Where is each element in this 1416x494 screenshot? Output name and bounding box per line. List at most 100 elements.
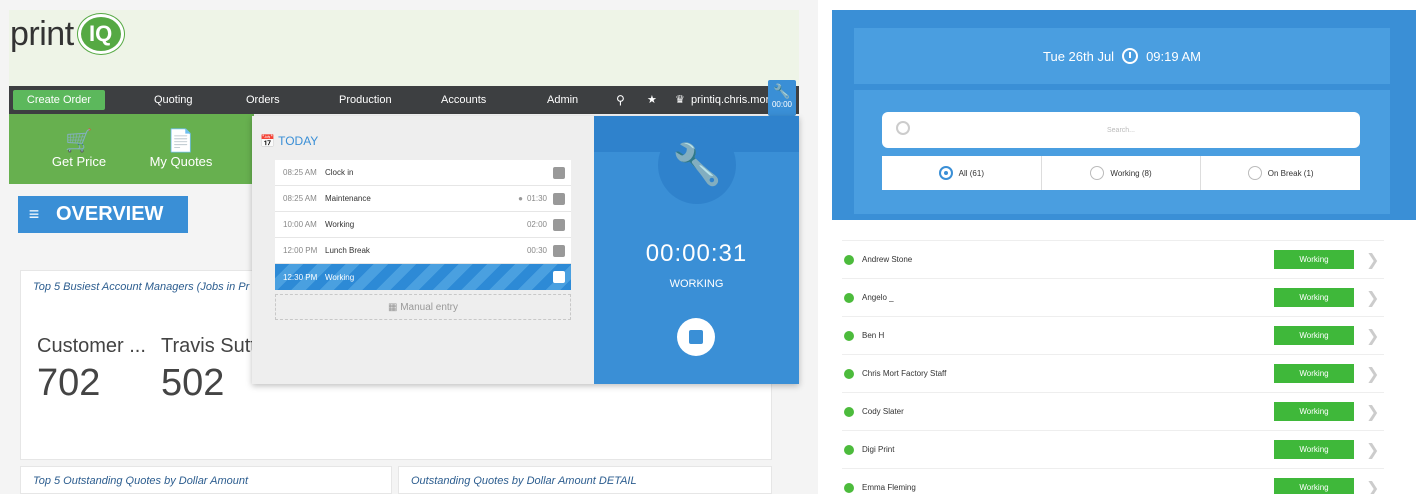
filter-label: On Break (1) (1267, 168, 1314, 178)
status-dot (844, 254, 854, 265)
nav-orders[interactable]: Orders (246, 86, 280, 114)
edit-icon[interactable] (553, 271, 565, 283)
current-date: Tue 26th Jul (1043, 48, 1115, 64)
chevron-right-icon[interactable]: ❯ (1366, 440, 1379, 460)
staff-row[interactable]: Digi Print Working ❯ (842, 430, 1384, 468)
radio-selected[interactable] (938, 166, 953, 180)
status-dot (844, 330, 854, 341)
search-icon (896, 121, 910, 135)
staff-name: Andrew Stone (862, 255, 913, 264)
time-entry-row-active[interactable]: 12:30 PM Working (275, 264, 571, 290)
my-quotes-label: My Quotes (149, 154, 213, 169)
edit-icon[interactable] (553, 166, 565, 179)
filter-all[interactable]: All (61) (882, 156, 1042, 190)
comment-icon[interactable]: ● (518, 194, 523, 203)
cart-icon: 🛒 (65, 128, 93, 153)
quick-actions-bar: 🛒 Get Price 📄 My Quotes (9, 114, 254, 184)
staff-name: Emma Fleming (862, 483, 916, 492)
user-name[interactable]: printiq.chris.mort (691, 86, 772, 114)
status-button[interactable]: Working (1274, 326, 1354, 345)
overview-title: OVERVIEW (56, 203, 164, 225)
filter-label: Working (8) (1110, 168, 1152, 178)
star-icon[interactable]: ★ (647, 86, 657, 114)
add-calendar-icon: ▦ (387, 302, 398, 313)
staff-header: Tue 26th Jul 09:19 AM Search... All (61)… (832, 10, 1416, 220)
staff-row[interactable]: Andrew Stone Working ❯ (842, 240, 1384, 278)
staff-row[interactable]: Angelo _ Working ❯ (842, 278, 1384, 316)
status-dot (844, 292, 854, 303)
status-dot (844, 482, 854, 493)
status-button[interactable]: Working (1274, 440, 1354, 459)
logo[interactable]: print IQ (10, 14, 124, 54)
get-price-label: Get Price (51, 154, 107, 169)
status-button[interactable]: Working (1274, 478, 1354, 494)
chevron-right-icon[interactable]: ❯ (1366, 288, 1379, 308)
wrench-icon: 🔧 (773, 83, 791, 99)
chevron-right-icon[interactable]: ❯ (1366, 250, 1379, 270)
filter-working[interactable]: Working (8) (1042, 156, 1202, 190)
outstanding-quotes-detail-card: Outstanding Quotes by Dollar Amount DETA… (398, 466, 772, 494)
time-entry-row[interactable]: 10:00 AM Working 02:00 (275, 212, 571, 238)
search-icon[interactable]: ⚲ (616, 86, 625, 114)
entry-label: Maintenance (325, 194, 371, 203)
entry-label: Lunch Break (325, 246, 370, 255)
entry-time: 08:25 AM (283, 168, 317, 177)
metric-value: 702 (37, 362, 101, 404)
my-quotes-button[interactable]: 📄 My Quotes (131, 114, 231, 184)
chevron-right-icon[interactable]: ❯ (1366, 478, 1379, 494)
logo-text: print (10, 14, 74, 53)
card-title: Outstanding Quotes by Dollar Amount DETA… (411, 475, 637, 487)
search-placeholder: Search... (1106, 126, 1135, 134)
crown-icon: ♛ (675, 94, 685, 106)
stop-button[interactable] (677, 318, 715, 356)
staff-clock-panel: Tue 26th Jul 09:19 AM Search... All (61)… (832, 0, 1416, 494)
filter-on-break[interactable]: On Break (1) (1201, 156, 1360, 190)
staff-name: Cody Slater (862, 407, 904, 416)
staff-name: Ben H (862, 331, 885, 340)
search-area: Search... All (61) Working (8) On Break … (854, 90, 1390, 214)
edit-icon[interactable] (553, 192, 565, 205)
date-bar: Tue 26th Jul 09:19 AM (854, 28, 1390, 84)
staff-row[interactable]: Ben H Working ❯ (842, 316, 1384, 354)
today-label: TODAY (278, 134, 319, 148)
get-price-button[interactable]: 🛒 Get Price (29, 114, 129, 184)
edit-icon[interactable] (553, 218, 565, 231)
radio[interactable] (1247, 166, 1262, 180)
stop-icon (689, 330, 703, 344)
time-entry-row[interactable]: 08:25 AM Clock in (275, 160, 571, 186)
nav-production[interactable]: Production (339, 86, 392, 114)
radio[interactable] (1090, 166, 1105, 180)
entry-time: 12:30 PM (283, 272, 318, 282)
nav-accounts[interactable]: Accounts (441, 86, 486, 114)
menu-icon[interactable]: ≡ (18, 204, 50, 225)
status-button[interactable]: Working (1274, 288, 1354, 307)
entry-time: 08:25 AM (283, 194, 317, 203)
time-entry-row[interactable]: 08:25 AM Maintenance ● 01:30 (275, 186, 571, 212)
entry-duration: 02:00 (526, 220, 547, 229)
entry-label: Clock in (325, 168, 354, 177)
entry-time: 12:00 PM (283, 246, 318, 255)
status-button[interactable]: Working (1274, 250, 1354, 269)
time-clock-popup: 📅 TODAY 08:25 AM Clock in 08:25 AM Maint… (252, 116, 799, 384)
staff-search-input[interactable]: Search... (882, 112, 1360, 148)
nav-admin[interactable]: Admin (547, 86, 578, 114)
status-button[interactable]: Working (1274, 364, 1354, 383)
chevron-right-icon[interactable]: ❯ (1366, 402, 1379, 422)
staff-row[interactable]: Cody Slater Working ❯ (842, 392, 1384, 430)
staff-name: Angelo _ (862, 293, 894, 302)
staff-row[interactable]: Chris Mort Factory Staff Working ❯ (842, 354, 1384, 392)
filter-label: All (61) (958, 168, 984, 178)
chevron-right-icon[interactable]: ❯ (1366, 326, 1379, 346)
time-clock-button[interactable]: 🔧 00:00 (768, 80, 796, 116)
nav-quoting[interactable]: Quoting (154, 86, 193, 114)
create-order-button[interactable]: Create Order (13, 90, 105, 110)
status-button[interactable]: Working (1274, 402, 1354, 421)
time-entry-row[interactable]: 12:00 PM Lunch Break 00:30 (275, 238, 571, 264)
chevron-right-icon[interactable]: ❯ (1366, 364, 1379, 384)
wrench-icon: 🔧 (658, 126, 736, 204)
metric-name: Customer ... (37, 335, 146, 357)
edit-icon[interactable] (553, 244, 565, 257)
staff-row[interactable]: Emma Fleming Working ❯ (842, 468, 1384, 494)
entry-duration: 01:30 (526, 194, 547, 203)
manual-entry-button[interactable]: ▦ Manual entry (275, 294, 571, 320)
